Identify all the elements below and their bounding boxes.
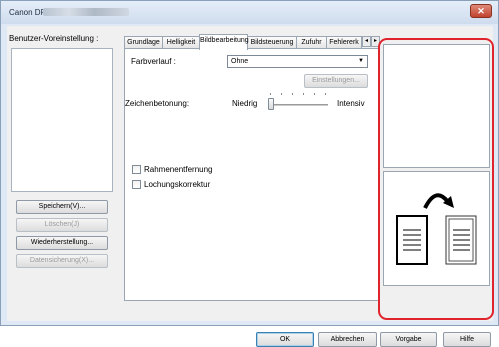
dialog-client-area: Benutzer-Voreinstellung : Speichern(V)..… <box>7 26 494 347</box>
farbverlauf-select[interactable]: Ohne ▼ <box>227 55 368 68</box>
slider-tick <box>270 93 271 95</box>
slider-tick <box>325 93 326 95</box>
slider-tick <box>314 93 315 95</box>
chevron-down-icon: ▼ <box>358 58 364 64</box>
farbverlauf-label: Farbverlauf : <box>131 57 176 66</box>
bildbearbeitung-panel: Farbverlauf : Ohne ▼ Einstellungen... Ze… <box>124 48 380 301</box>
user-presets-list[interactable] <box>11 48 113 192</box>
zeichenbetonung-slider-track[interactable] <box>272 104 328 106</box>
tab-scroll-left-icon[interactable]: ◂ <box>362 36 371 47</box>
slider-tick <box>281 93 282 95</box>
settings-tab-strip: Grundlage Helligkeit Bildbearbeitung Bil… <box>124 34 382 50</box>
cancel-button[interactable]: Abbrechen <box>318 332 377 347</box>
tab-bildbearbeitung[interactable]: Bildbearbeitung <box>199 34 249 50</box>
title-bar: Canon DR- ✕ <box>1 1 498 24</box>
slider-min-label: Niedrig <box>232 99 258 108</box>
save-preset-button[interactable]: Speichern(V)... <box>16 200 108 214</box>
help-button[interactable]: Hilfe <box>443 332 491 347</box>
ok-button[interactable]: OK <box>256 332 314 347</box>
zeichenbetonung-label: Zeichenbetonung: <box>125 99 190 108</box>
slider-tick <box>303 93 304 95</box>
farbverlauf-value: Ohne <box>231 58 249 65</box>
restore-preset-button[interactable]: Wiederherstellung... <box>16 236 108 250</box>
close-button[interactable]: ✕ <box>470 4 492 18</box>
backup-preset-button[interactable]: Datensicherung(X)... <box>16 254 108 268</box>
slider-tick <box>292 93 293 95</box>
slider-max-label: Intensiv <box>337 99 365 108</box>
delete-preset-button[interactable]: Löschen(J) <box>16 218 108 232</box>
zeichenbetonung-slider-thumb[interactable] <box>268 98 274 110</box>
model-name-redacted <box>43 8 129 16</box>
default-button[interactable]: Vorgabe <box>380 332 437 347</box>
lochungskorrektur-checkbox[interactable] <box>132 180 141 189</box>
einstellungen-button[interactable]: Einstellungen... <box>304 74 368 88</box>
rahmenentfernung-checkbox[interactable] <box>132 165 141 174</box>
user-presets-label: Benutzer-Voreinstellung : <box>9 34 99 43</box>
dialog-window: Canon DR- ✕ Benutzer-Voreinstellung : Sp… <box>0 0 499 347</box>
lochungskorrektur-label[interactable]: Lochungskorrektur <box>144 180 210 189</box>
rahmenentfernung-label[interactable]: Rahmenentfernung <box>144 165 213 174</box>
preview-highlight-frame <box>378 38 494 320</box>
